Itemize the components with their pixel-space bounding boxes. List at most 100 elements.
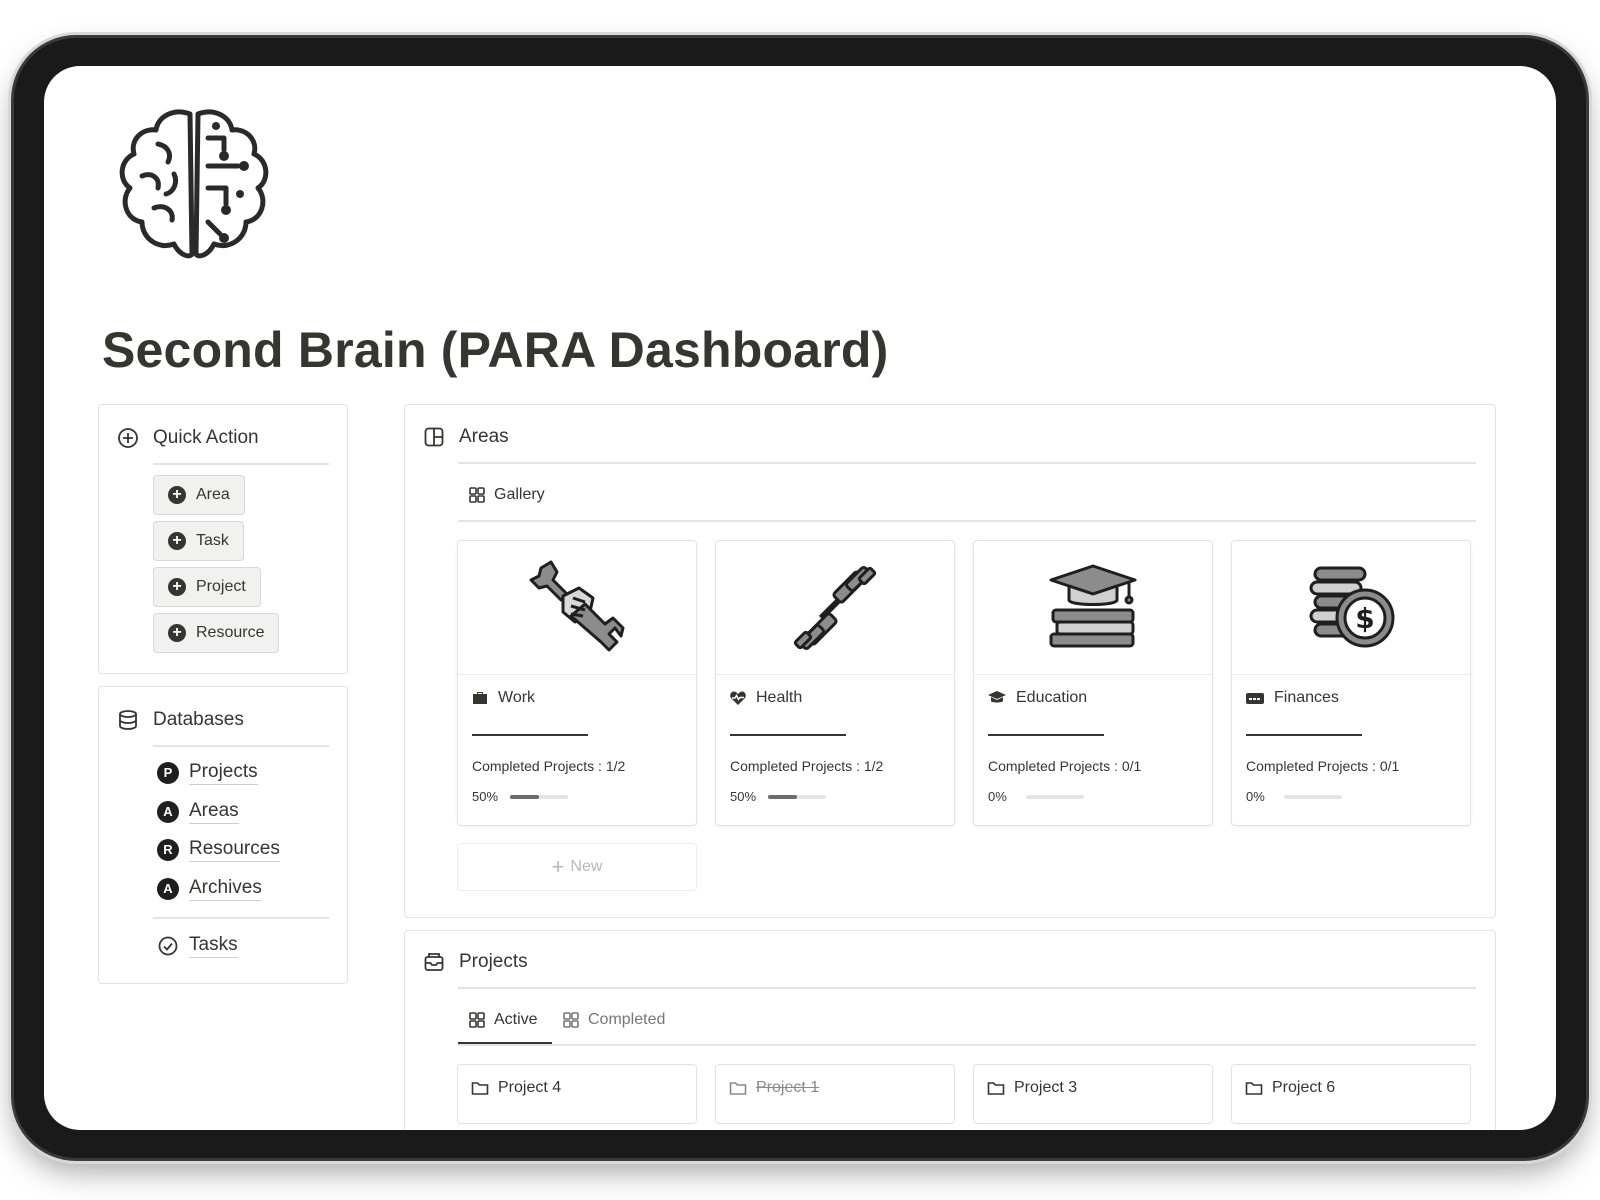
books-cap-icon [1049,564,1137,647]
divider [153,917,329,919]
card-cover: $ [1232,541,1470,675]
tab-label: Active [494,1011,538,1028]
notion-page: Second Brain (PARA Dashboard) Quick Acti… [44,66,1556,1130]
card-title: Project 4 [471,1079,561,1097]
progress-bar [1284,795,1342,799]
project-card[interactable]: Project 3 [973,1064,1213,1124]
progress-bar [510,795,568,799]
new-project-button[interactable]: + Project [153,567,261,607]
project-card[interactable]: Project 1 [715,1064,955,1124]
a-badge-icon: A [157,801,179,823]
projects-header: Projects [423,951,528,973]
plus-icon: + [551,854,565,879]
card-divider [472,734,588,736]
card-title-text: Project 3 [1014,1079,1078,1096]
heart-pulse-icon [730,691,746,705]
databases-panel: Databases P Projects A Areas R Resources… [98,686,348,984]
completed-projects-stat: Completed Projects : 1/2 [730,758,884,774]
page-title: Second Brain (PARA Dashboard) [102,322,889,378]
card-divider [730,734,846,736]
db-link-projects[interactable]: P Projects [157,761,258,785]
card-title: Work [471,689,535,707]
progress-bar [1026,795,1084,799]
card-title: Finances [1245,689,1339,707]
button-label: Resource [196,624,265,641]
briefcase-icon [473,692,487,704]
card-title-text: Project 4 [498,1079,562,1096]
new-resource-button[interactable]: + Resource [153,613,280,653]
areas-header: Areas [423,426,509,448]
tab-completed[interactable]: Completed [562,1011,665,1029]
coins-dollar-icon: $ [1309,566,1395,647]
card-icon [1246,693,1264,704]
completed-projects-stat: Completed Projects : 1/2 [472,758,626,774]
folder-icon [471,1082,489,1095]
divider [458,520,1476,522]
plus-icon: + [168,578,186,596]
divider [458,987,1476,989]
plus-circle-icon [118,428,138,448]
new-area-card-button[interactable]: + New [457,843,697,891]
plus-icon: + [168,486,186,504]
brain-circuit-icon [119,109,269,259]
db-link-areas[interactable]: A Areas [157,800,239,824]
area-card-education[interactable]: Education Completed Projects : 0/1 0% [973,540,1213,826]
button-label: Area [196,486,230,503]
db-link-label: Projects [189,761,258,785]
a-badge-icon: A [157,878,179,900]
svg-text:$: $ [1355,602,1374,635]
db-link-resources[interactable]: R Resources [157,838,280,862]
card-title: Health [729,689,802,707]
db-link-label: Areas [189,800,239,824]
progress-bar [768,795,826,799]
card-cover [458,541,696,675]
database-icon [119,710,137,730]
card-title-text: Project 6 [1272,1079,1336,1096]
quick-action-panel: Quick Action + Area + Task + Project + R… [98,404,348,674]
tab-label: Gallery [494,486,545,503]
completed-projects-stat: Completed Projects : 0/1 [1246,758,1400,774]
button-label: Project [196,578,246,595]
plus-icon: + [168,532,186,550]
area-card-work[interactable]: Work Completed Projects : 1/2 50% [457,540,697,826]
card-title: Project 3 [987,1079,1077,1097]
project-card[interactable]: Project 4 [457,1064,697,1124]
layout-icon [424,427,444,447]
db-link-tasks[interactable]: Tasks [157,934,238,958]
areas-title: Areas [459,426,509,447]
db-link-archives[interactable]: A Archives [157,877,262,901]
divider [458,1044,1476,1046]
card-title: Project 1 [729,1079,819,1097]
p-badge-icon: P [157,762,179,784]
button-label: Task [196,532,229,549]
card-title-text: Project 1 [756,1079,820,1096]
card-cover [716,541,954,675]
new-label: New [570,858,603,875]
quick-action-header: Quick Action [117,427,259,449]
progress-bar-fill [510,795,539,799]
project-card[interactable]: Project 6 [1231,1064,1471,1124]
dumbbell-icon [793,565,877,650]
graduation-cap-icon [988,691,1006,703]
area-card-health[interactable]: Health Completed Projects : 1/2 50% [715,540,955,826]
tablet-frame: Second Brain (PARA Dashboard) Quick Acti… [14,38,1586,1158]
progress-percent: 50% [472,789,499,804]
new-task-button[interactable]: + Task [153,521,244,561]
tab-active[interactable]: Active [468,1011,538,1029]
new-area-button[interactable]: + Area [153,475,245,515]
area-card-finances[interactable]: $ Finances Completed Projects : 0/1 0% [1231,540,1471,826]
progress-bar-fill [768,795,797,799]
inbox-tray-icon [424,953,444,971]
databases-header: Databases [117,709,244,731]
tab-gallery[interactable]: Gallery [468,486,545,504]
projects-title: Projects [459,951,528,972]
check-circle-icon [158,936,178,956]
r-badge-icon: R [157,839,179,861]
db-link-label: Resources [189,838,280,862]
card-divider [1246,734,1362,736]
gallery-grid-icon [469,487,485,503]
databases-title: Databases [153,709,244,730]
quick-action-title: Quick Action [153,427,259,448]
card-title-text: Finances [1274,689,1339,706]
card-title-text: Work [498,689,536,706]
